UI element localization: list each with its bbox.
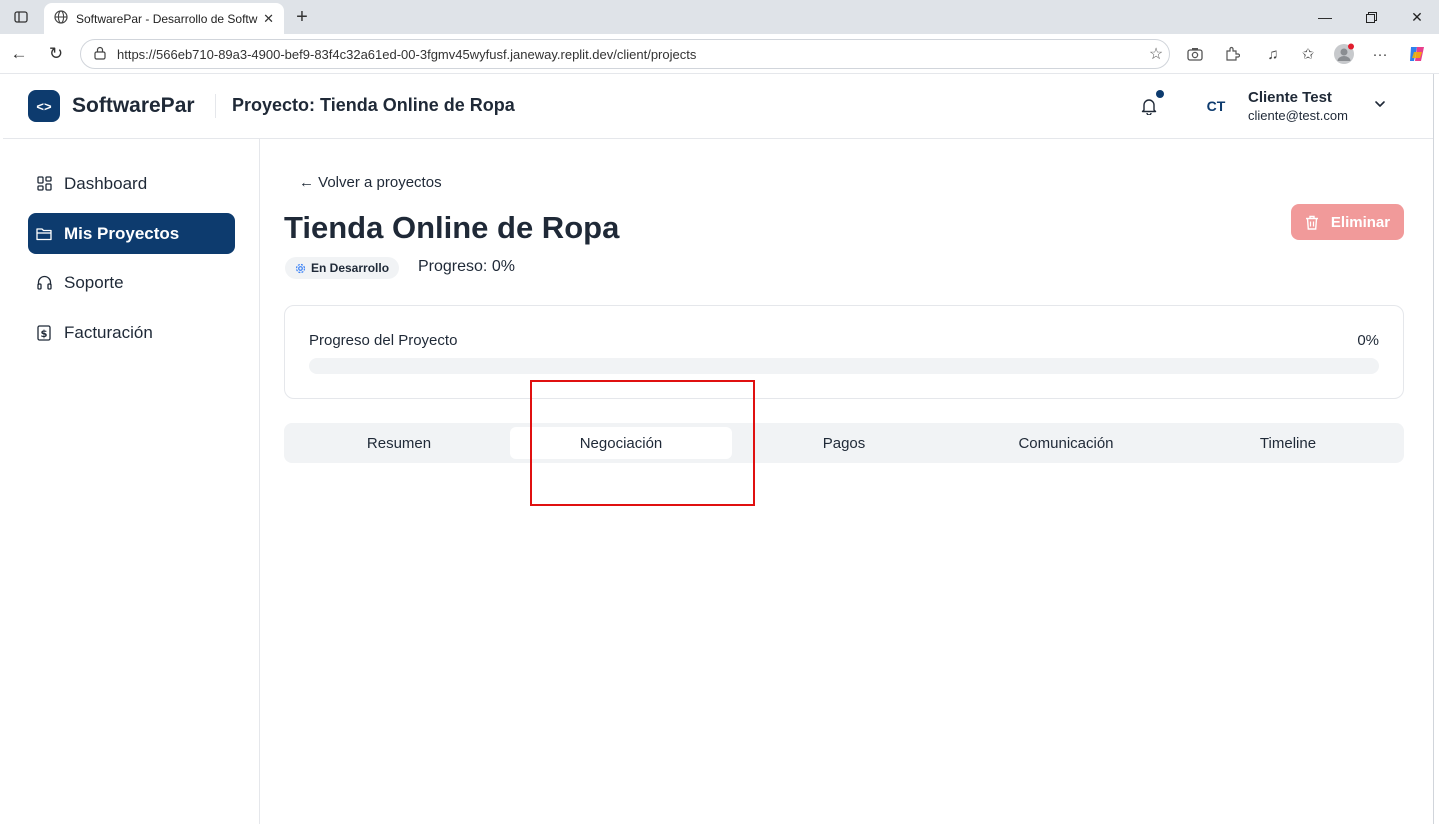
- more-options-icon[interactable]: ···: [1368, 43, 1392, 65]
- project-tabs: Resumen Negociación Pagos Comunicación T…: [284, 423, 1404, 463]
- app-header: <> SoftwarePar Proyecto: Tienda Online d…: [3, 74, 1433, 139]
- music-icon[interactable]: ♫: [1261, 43, 1285, 65]
- user-avatar[interactable]: CT: [1199, 92, 1233, 120]
- highlight-annotation-box: [530, 380, 755, 506]
- delete-project-button[interactable]: Eliminar: [1291, 204, 1404, 240]
- user-name[interactable]: Cliente Test: [1248, 89, 1332, 106]
- copilot-icon[interactable]: [1405, 43, 1429, 65]
- status-label: En Desarrollo: [311, 261, 390, 275]
- screenshot-icon[interactable]: [1183, 43, 1207, 65]
- tab-timeline[interactable]: Timeline: [1177, 427, 1399, 459]
- tab-pagos[interactable]: Pagos: [733, 427, 955, 459]
- sidebar-item-facturacion[interactable]: $ Facturación: [28, 312, 235, 353]
- browser-tab[interactable]: SoftwarePar - Desarrollo de Softw ✕: [44, 3, 284, 34]
- reload-icon[interactable]: ↻: [43, 41, 69, 67]
- chevron-down-icon[interactable]: [1372, 96, 1388, 112]
- user-email: cliente@test.com: [1248, 108, 1348, 123]
- tab-comunicacion[interactable]: Comunicación: [955, 427, 1177, 459]
- page-edge-divider: [1433, 74, 1434, 824]
- folder-icon: [36, 226, 52, 242]
- site-info-icon[interactable]: [93, 46, 107, 63]
- logo-icon[interactable]: <>: [28, 90, 60, 122]
- back-to-projects-link[interactable]: ← Volver a proyectos: [299, 174, 442, 191]
- sidebar-item-label: Soporte: [64, 272, 124, 292]
- sidebar: Dashboard Mis Proyectos Soporte $ Factur…: [3, 139, 260, 824]
- profile-avatar-icon[interactable]: [1332, 43, 1356, 65]
- progress-bar-track: [309, 358, 1379, 374]
- minimize-icon[interactable]: —: [1302, 4, 1348, 30]
- url-text: https://566eb710-89a3-4900-bef9-83f4c32a…: [117, 46, 697, 62]
- header-project-title: Proyecto: Tienda Online de Ropa: [232, 95, 515, 115]
- extensions-icon[interactable]: [1220, 43, 1244, 65]
- progress-card: Progreso del Proyecto 0%: [284, 305, 1404, 399]
- sidebar-item-mis-proyectos[interactable]: Mis Proyectos: [28, 213, 235, 254]
- progress-card-label: Progreso del Proyecto: [309, 332, 458, 349]
- back-icon[interactable]: ←: [6, 41, 32, 67]
- progress-summary: Progreso: 0%: [418, 258, 515, 275]
- sidebar-item-label: Mis Proyectos: [64, 223, 180, 243]
- header-divider: [215, 94, 216, 118]
- sidebar-item-soporte[interactable]: Soporte: [28, 262, 235, 303]
- svg-text:$: $: [41, 329, 48, 340]
- notification-dot: [1156, 90, 1164, 98]
- browser-tab-title: SoftwarePar - Desarrollo de Softw: [76, 11, 258, 26]
- tab-resumen[interactable]: Resumen: [288, 427, 510, 459]
- grid-icon: [36, 176, 52, 192]
- close-window-icon[interactable]: ✕: [1394, 4, 1439, 30]
- favorite-star-icon[interactable]: ☆: [1143, 44, 1169, 64]
- tab-actions-icon[interactable]: [8, 6, 34, 28]
- cog-icon: [295, 263, 306, 274]
- collections-icon[interactable]: ✩: [1296, 43, 1320, 65]
- headset-icon: [36, 275, 52, 291]
- sidebar-item-label: Facturación: [64, 322, 153, 342]
- page-title: Tienda Online de Ropa: [284, 210, 620, 245]
- restore-icon[interactable]: [1348, 4, 1394, 30]
- browser-tab-bar: SoftwarePar - Desarrollo de Softw ✕ + — …: [0, 0, 1439, 34]
- trash-icon: [1305, 215, 1319, 230]
- notifications-bell-icon[interactable]: [1138, 94, 1160, 118]
- sidebar-item-label: Dashboard: [64, 173, 148, 193]
- progress-card-value: 0%: [1357, 332, 1379, 349]
- brand-name[interactable]: SoftwarePar: [72, 94, 195, 118]
- sidebar-item-dashboard[interactable]: Dashboard: [28, 163, 235, 204]
- close-tab-icon[interactable]: ✕: [263, 11, 274, 27]
- status-badge: En Desarrollo: [285, 257, 400, 279]
- new-tab-icon[interactable]: +: [289, 6, 315, 28]
- address-bar[interactable]: https://566eb710-89a3-4900-bef9-83f4c32a…: [80, 39, 1170, 69]
- globe-icon: [54, 10, 68, 27]
- delete-button-label: Eliminar: [1330, 213, 1391, 231]
- dollar-receipt-icon: $: [36, 324, 52, 341]
- browser-toolbar: ← ↻ https://566eb710-89a3-4900-bef9-83f4…: [0, 34, 1439, 74]
